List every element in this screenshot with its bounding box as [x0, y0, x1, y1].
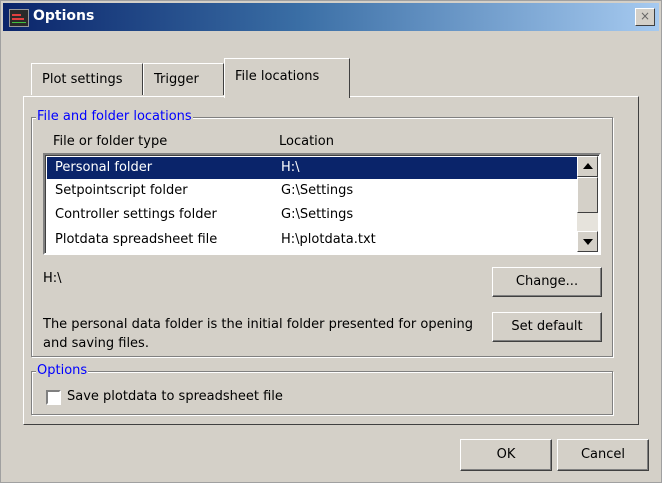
- row-type: Controller settings folder: [55, 207, 217, 222]
- save-plotdata-label[interactable]: Save plotdata to spreadsheet file: [67, 389, 283, 404]
- row-location: H:\plotdata.txt: [281, 232, 376, 247]
- options-dialog: Options × Plot settings Trigger File loc…: [0, 0, 662, 483]
- file-locations-list[interactable]: Personal folder H:\ Setpointscript folde…: [43, 153, 601, 255]
- current-path: H:\: [43, 271, 62, 286]
- list-item[interactable]: Personal folder H:\: [47, 157, 577, 179]
- list-item[interactable]: Setpointscript folder G:\Settings: [47, 180, 577, 202]
- close-button[interactable]: ×: [635, 8, 655, 26]
- tab-label: File locations: [235, 69, 320, 84]
- arrow-up-icon: [583, 163, 593, 169]
- cancel-button[interactable]: Cancel: [557, 439, 649, 471]
- group-legend: File and folder locations: [36, 109, 193, 124]
- app-chart-icon: [9, 9, 29, 27]
- scroll-up-button[interactable]: [577, 156, 598, 177]
- row-type: Personal folder: [55, 160, 153, 175]
- column-header-type: File or folder type: [53, 134, 168, 149]
- row-location: H:\: [281, 160, 300, 175]
- title-bar[interactable]: Options ×: [3, 3, 659, 31]
- scroll-down-button[interactable]: [577, 231, 598, 252]
- row-location: G:\Settings: [281, 183, 354, 198]
- window-title: Options: [33, 8, 95, 24]
- change-button[interactable]: Change...: [492, 267, 602, 297]
- arrow-down-icon: [583, 239, 593, 245]
- tab-trigger[interactable]: Trigger: [143, 63, 224, 95]
- ok-button[interactable]: OK: [460, 439, 552, 471]
- row-location: G:\Settings: [281, 207, 354, 222]
- tab-plot-settings[interactable]: Plot settings: [31, 63, 143, 95]
- set-default-button[interactable]: Set default: [492, 312, 602, 342]
- scroll-thumb[interactable]: [577, 177, 598, 213]
- list-scrollbar[interactable]: [577, 156, 598, 252]
- column-header-location: Location: [279, 134, 334, 149]
- list-item[interactable]: Plotdata spreadsheet file H:\plotdata.tx…: [47, 229, 577, 251]
- group-legend: Options: [36, 363, 89, 378]
- tab-label: Plot settings: [42, 72, 123, 87]
- list-item[interactable]: Controller settings folder G:\Settings: [47, 204, 577, 226]
- row-type: Plotdata spreadsheet file: [55, 232, 218, 247]
- row-type: Setpointscript folder: [55, 183, 188, 198]
- tab-file-locations[interactable]: File locations: [224, 58, 350, 98]
- tab-label: Trigger: [154, 72, 199, 87]
- save-plotdata-checkbox[interactable]: [46, 390, 61, 405]
- folder-description: The personal data folder is the initial …: [43, 317, 473, 351]
